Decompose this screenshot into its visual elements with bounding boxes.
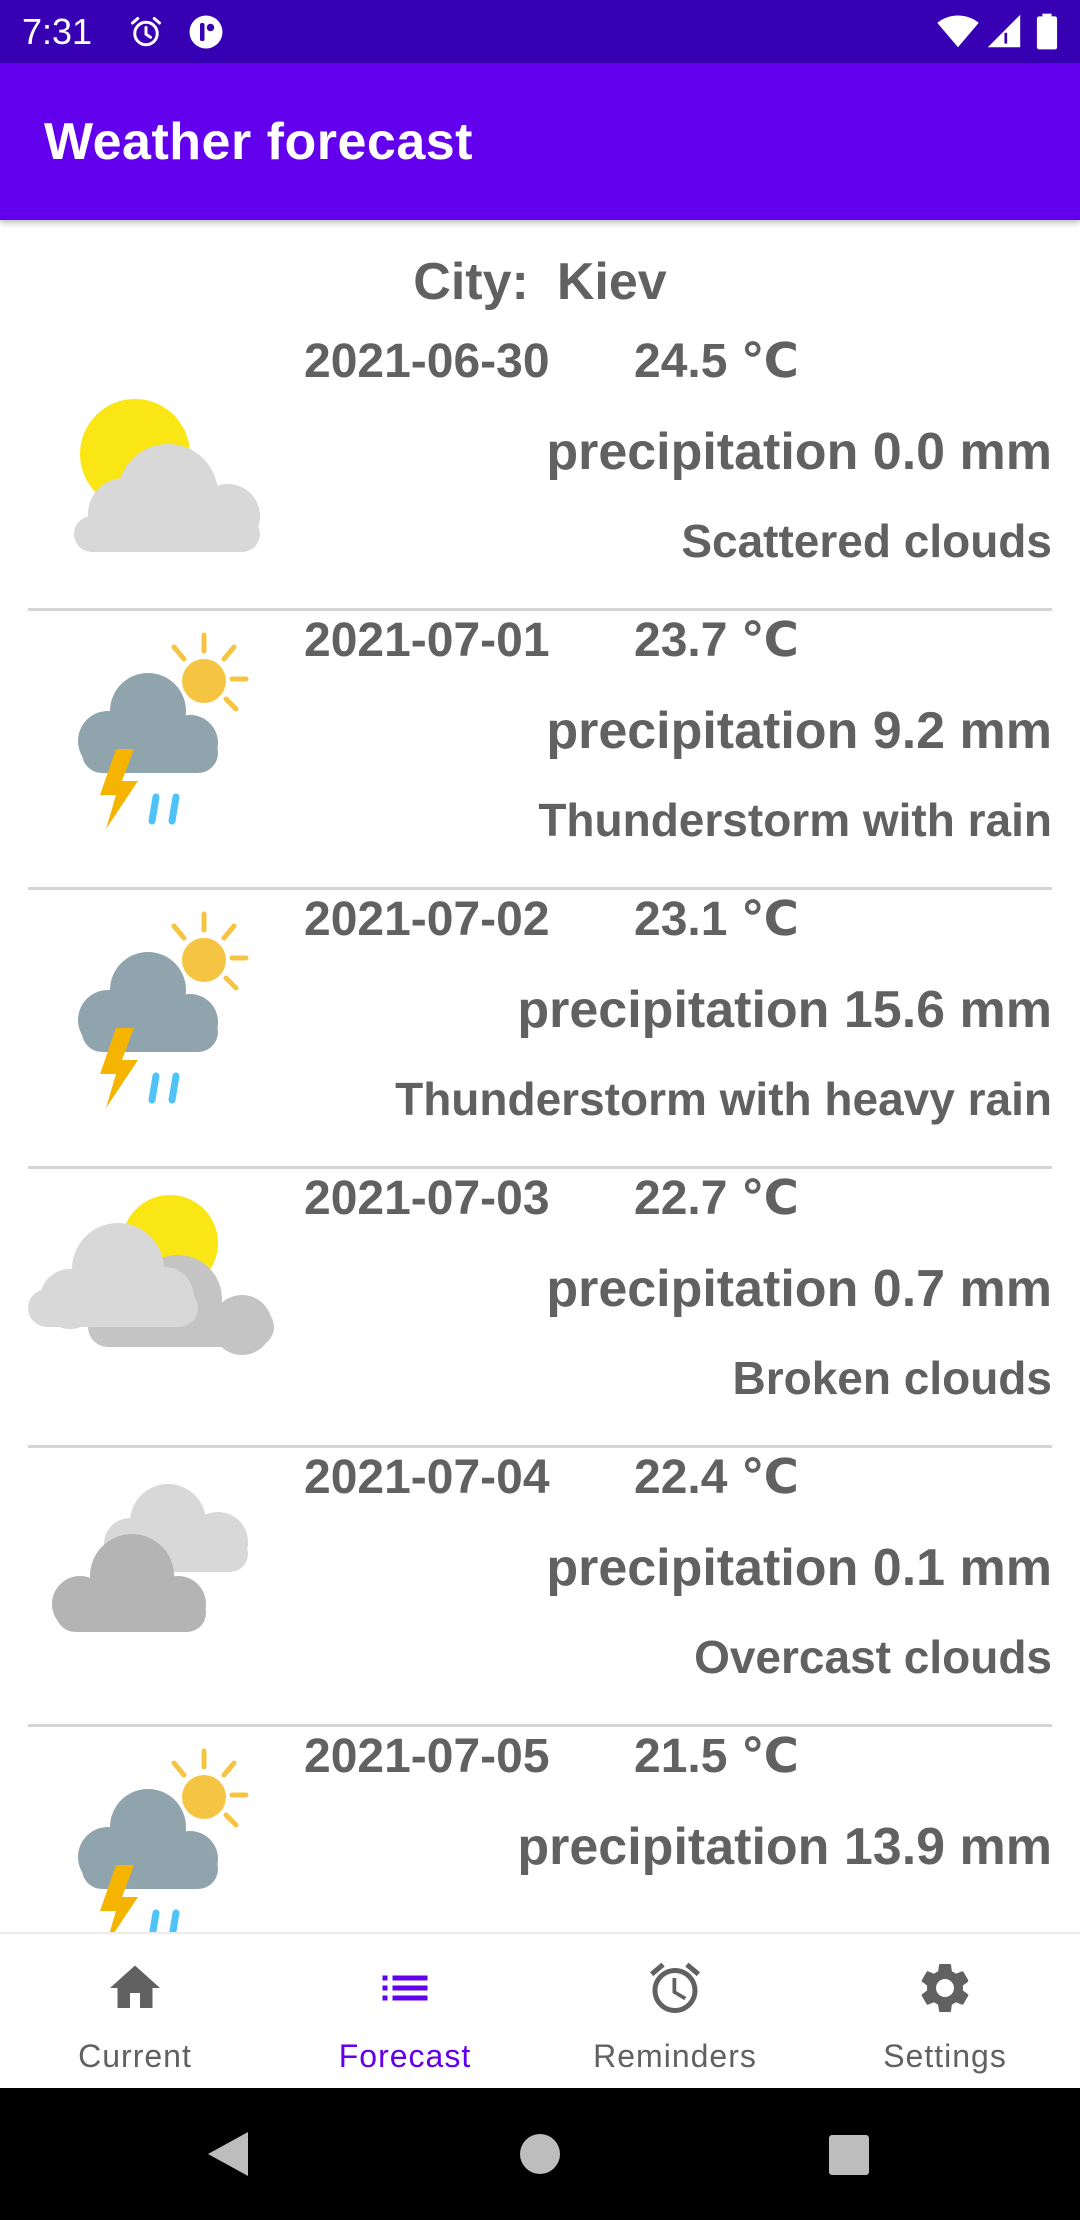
home-button-icon[interactable] xyxy=(518,2132,562,2176)
list-icon xyxy=(382,1975,428,2001)
forecast-date: 2021-07-04 xyxy=(304,1451,550,1504)
forecast-date: 2021-07-01 xyxy=(304,614,550,667)
forecast-precipitation: precipitation 0.0 mm xyxy=(546,423,1052,481)
app-notification-icon xyxy=(189,15,223,49)
forecast-temp: 22.4 ℃ xyxy=(634,1451,799,1504)
sun-cloud-icon xyxy=(74,399,260,552)
bottom-navigation: Current Forecast Reminders Settings xyxy=(0,1932,1080,2088)
forecast-date: 2021-07-05 xyxy=(304,1730,550,1783)
forecast-precipitation: precipitation 13.9 mm xyxy=(517,1818,1052,1876)
forecast-date: 2021-07-03 xyxy=(304,1172,550,1225)
forecast-temp: 22.7 ℃ xyxy=(634,1172,799,1225)
nav-item-settings[interactable]: Settings xyxy=(810,1934,1080,2090)
wifi-icon xyxy=(937,15,979,48)
city-label: City: xyxy=(413,253,529,311)
alarm-icon xyxy=(131,17,161,47)
city-line: City: Kiev xyxy=(0,252,1080,312)
forecast-temp: 24.5 ℃ xyxy=(634,335,799,388)
forecast-description: Thunderstorm with rain xyxy=(538,794,1052,846)
forecast-temp: 23.1 ℃ xyxy=(634,893,799,946)
app-bar: Weather forecast xyxy=(0,63,1080,220)
screen: 7:31 Weather forecast City: Kiev 2021-06… xyxy=(0,0,1080,2220)
broken-clouds-icon xyxy=(28,1195,274,1355)
forecast-description: Broken clouds xyxy=(732,1352,1052,1404)
thunderstorm-icon xyxy=(78,911,249,1108)
gear-icon xyxy=(921,1964,969,2012)
nav-item-reminders[interactable]: Reminders xyxy=(540,1934,810,2090)
forecast-item[interactable]: 2021-07-02 23.1 ℃ precipitation 15.6 mm … xyxy=(0,890,1080,1169)
city-name: Kiev xyxy=(556,253,667,311)
forecast-description: Thunderstorm with heavy rain xyxy=(395,1073,1052,1125)
recents-icon[interactable] xyxy=(828,2134,870,2176)
app-title: Weather forecast xyxy=(44,113,473,171)
forecast-item[interactable]: 2021-07-01 23.7 ℃ precipitation 9.2 mm T… xyxy=(0,611,1080,890)
nav-label: Current xyxy=(78,2038,192,2074)
forecast-precipitation: precipitation 9.2 mm xyxy=(546,702,1052,760)
back-icon[interactable] xyxy=(204,2130,250,2178)
forecast-item[interactable]: 2021-07-03 22.7 ℃ precipitation 0.7 mm B… xyxy=(0,1169,1080,1448)
thunderstorm-icon xyxy=(78,1748,249,1932)
overcast-clouds-icon xyxy=(52,1484,248,1632)
forecast-item[interactable]: 2021-07-05 21.5 ℃ precipitation 13.9 mm xyxy=(0,1727,1080,1932)
forecast-precipitation: precipitation 0.7 mm xyxy=(546,1260,1052,1318)
nav-item-forecast[interactable]: Forecast xyxy=(270,1934,540,2090)
forecast-description: Overcast clouds xyxy=(694,1631,1052,1683)
battery-icon xyxy=(1036,13,1058,50)
forecast-precipitation: precipitation 15.6 mm xyxy=(517,981,1052,1039)
signal-icon xyxy=(987,14,1021,48)
nav-label: Settings xyxy=(883,2038,1007,2074)
thunderstorm-icon xyxy=(78,632,249,829)
forecast-description: Scattered clouds xyxy=(681,515,1052,567)
nav-item-current[interactable]: Current xyxy=(0,1934,270,2090)
forecast-screen[interactable]: City: Kiev 2021-06-30 24.5 ℃ precipitati… xyxy=(0,220,1080,1932)
nav-label: Forecast xyxy=(338,2038,472,2074)
forecast-precipitation: precipitation 0.1 mm xyxy=(546,1539,1052,1597)
forecast-item[interactable]: 2021-07-04 22.4 ℃ precipitation 0.1 mm O… xyxy=(0,1448,1080,1727)
forecast-temp: 21.5 ℃ xyxy=(634,1730,799,1783)
nav-label: Reminders xyxy=(593,2038,757,2074)
forecast-date: 2021-07-02 xyxy=(304,893,550,946)
forecast-date: 2021-06-30 xyxy=(304,335,550,388)
status-time: 7:31 xyxy=(22,11,93,52)
status-bar: 7:31 xyxy=(0,0,1080,63)
forecast-list[interactable]: 2021-06-30 24.5 ℃ precipitation 0.0 mm S… xyxy=(0,332,1080,1932)
alarm-clock-icon xyxy=(650,1962,700,2013)
system-navigation-bar xyxy=(0,2088,1080,2220)
forecast-temp: 23.7 ℃ xyxy=(634,614,799,667)
forecast-item[interactable]: 2021-06-30 24.5 ℃ precipitation 0.0 mm S… xyxy=(0,332,1080,611)
home-icon xyxy=(110,1965,160,2008)
